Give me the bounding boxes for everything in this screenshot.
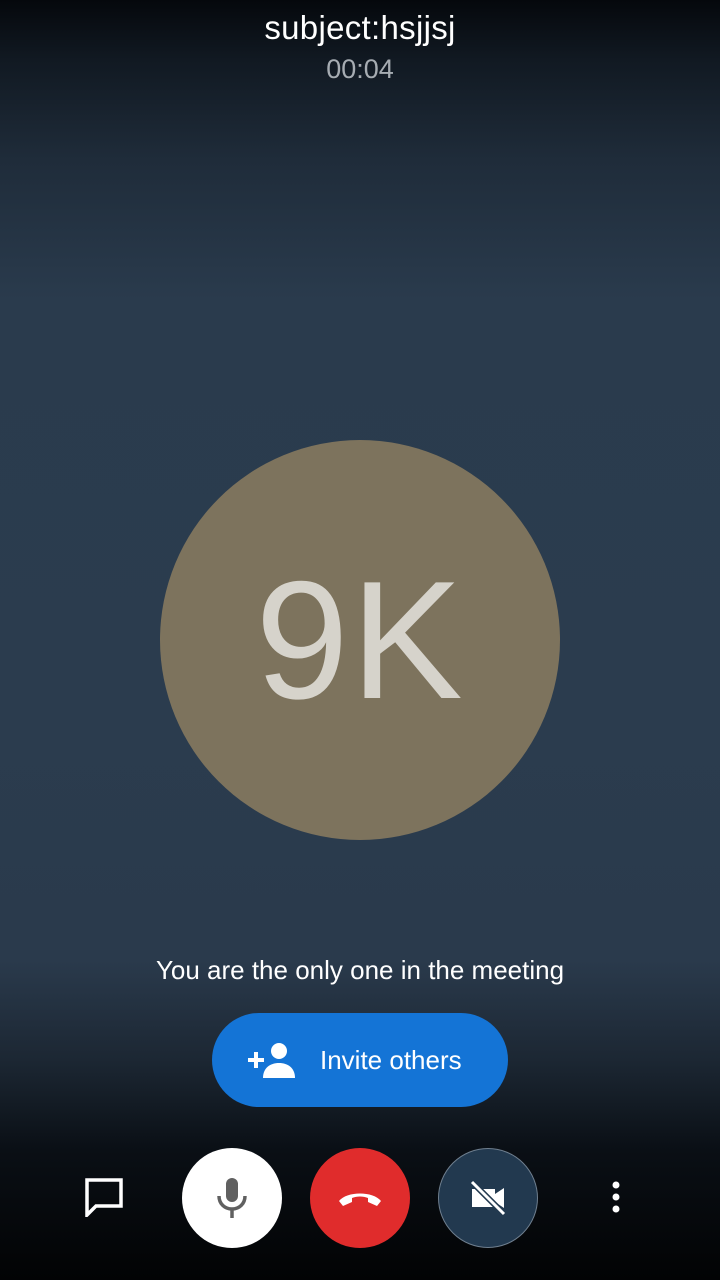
participant-avatar: 9K: [160, 440, 560, 840]
chat-button[interactable]: [74, 1167, 134, 1227]
call-timer: 00:04: [326, 54, 394, 84]
more-options-button[interactable]: [596, 1167, 636, 1227]
video-off-icon: [469, 1179, 507, 1217]
camera-toggle-button[interactable]: [438, 1148, 538, 1248]
person-add-icon: [248, 1043, 295, 1078]
invite-others-button[interactable]: Invite others: [212, 1013, 508, 1107]
avatar-initials: 9K: [255, 546, 465, 734]
phone-hangup-icon: [339, 1193, 381, 1206]
more-vertical-icon: [612, 1181, 620, 1213]
microphone-icon: [217, 1178, 247, 1218]
call-header: subject:hsjjsj 00:04: [0, 6, 720, 86]
call-screen: subject:hsjjsj 00:04 9K You are the only…: [0, 0, 720, 1280]
call-subject: subject:hsjjsj: [264, 9, 456, 46]
microphone-toggle-button[interactable]: [182, 1148, 282, 1248]
alone-status-message: You are the only one in the meeting: [155, 955, 565, 985]
hang-up-button[interactable]: [310, 1148, 410, 1248]
invite-others-label: Invite others: [320, 1045, 462, 1075]
chat-bubble-icon: [85, 1178, 123, 1217]
